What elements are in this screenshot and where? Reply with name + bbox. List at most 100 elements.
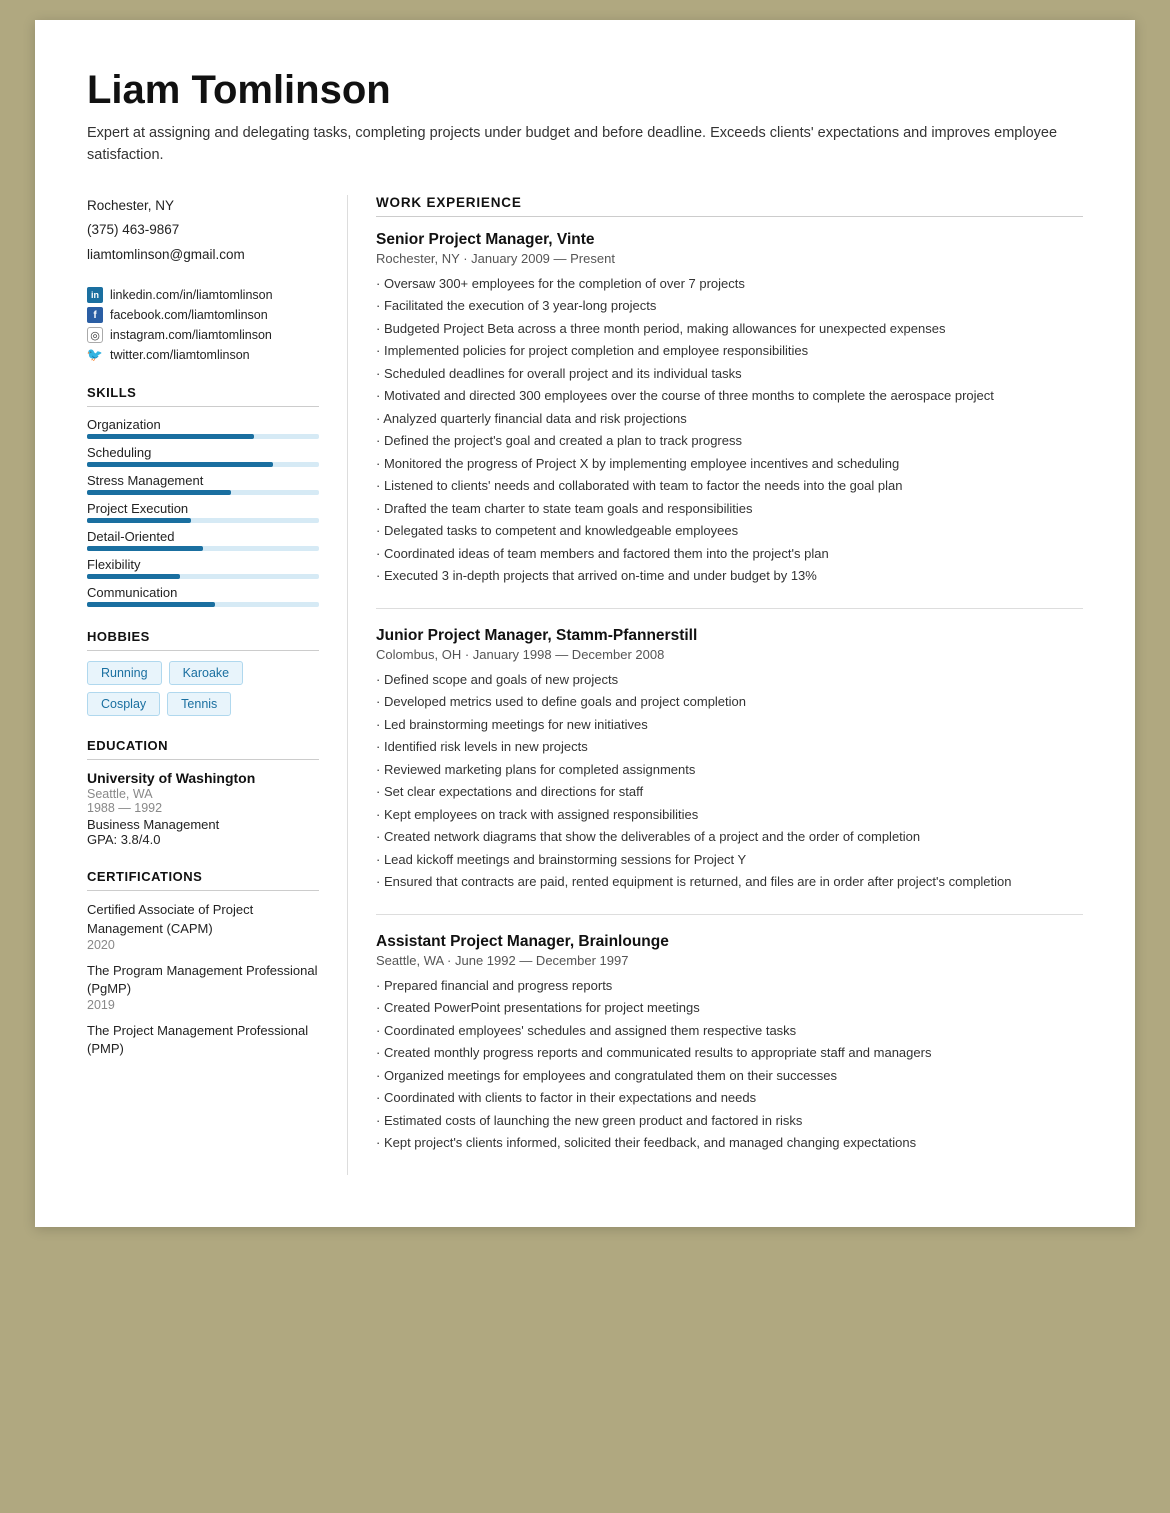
job-title: Senior Project Manager, Vinte	[376, 231, 1083, 249]
skill-item: Communication	[87, 585, 319, 607]
job-title: Assistant Project Manager, Brainlounge	[376, 933, 1083, 951]
social-links: in linkedin.com/in/liamtomlinson f faceb…	[87, 287, 319, 363]
bullet-item: Motivated and directed 300 employees ove…	[376, 386, 1083, 406]
skill-bar-bg	[87, 518, 319, 523]
bullet-item: Coordinated with clients to factor in th…	[376, 1088, 1083, 1108]
skill-item: Project Execution	[87, 501, 319, 523]
bullet-item: Implemented policies for project complet…	[376, 341, 1083, 361]
job-meta: Colombus, OH · January 1998 — December 2…	[376, 647, 1083, 662]
linkedin-label: linkedin.com/in/liamtomlinson	[110, 288, 273, 302]
bullet-item: Kept employees on track with assigned re…	[376, 805, 1083, 825]
skill-bar-bg	[87, 546, 319, 551]
skill-label: Project Execution	[87, 501, 319, 516]
certifications-title: CERTIFICATIONS	[87, 869, 319, 884]
facebook-icon: f	[87, 307, 103, 323]
edu-location: Seattle, WA	[87, 787, 319, 801]
skill-item: Detail-Oriented	[87, 529, 319, 551]
bullet-item: Facilitated the execution of 3 year-long…	[376, 296, 1083, 316]
hobbies-grid: RunningKaroakeCosplayTennis	[87, 661, 319, 716]
job-meta: Seattle, WA · June 1992 — December 1997	[376, 953, 1083, 968]
work-divider	[376, 216, 1083, 217]
header-summary: Expert at assigning and delegating tasks…	[87, 123, 1083, 167]
skill-bar-fill	[87, 602, 215, 607]
linkedin-icon: in	[87, 287, 103, 303]
hobby-tag: Karoake	[169, 661, 244, 685]
jobs-list: Senior Project Manager, Vinte Rochester,…	[376, 231, 1083, 1153]
social-instagram: ◎ instagram.com/liamtomlinson	[87, 327, 319, 343]
cert-year: 2020	[87, 938, 319, 952]
skill-item: Scheduling	[87, 445, 319, 467]
skill-label: Communication	[87, 585, 319, 600]
contact-email: liamtomlinson@gmail.com	[87, 244, 319, 267]
social-linkedin: in linkedin.com/in/liamtomlinson	[87, 287, 319, 303]
hobby-tag: Tennis	[167, 692, 231, 716]
education-item: University of Washington Seattle, WA 198…	[87, 770, 319, 847]
skill-bar-fill	[87, 462, 273, 467]
skill-bar-bg	[87, 462, 319, 467]
bullet-item: Analyzed quarterly financial data and ri…	[376, 409, 1083, 429]
bullet-item: Identified risk levels in new projects	[376, 737, 1083, 757]
skill-label: Flexibility	[87, 557, 319, 572]
skill-item: Flexibility	[87, 557, 319, 579]
skills-title: SKILLS	[87, 385, 319, 400]
bullet-item: Coordinated employees' schedules and ass…	[376, 1021, 1083, 1041]
skill-bar-fill	[87, 434, 254, 439]
cert-name: The Program Management Professional (PgM…	[87, 962, 319, 998]
work-title: WORK EXPERIENCE	[376, 195, 1083, 210]
twitter-icon: 🐦	[87, 347, 103, 363]
skill-bar-fill	[87, 490, 231, 495]
instagram-icon: ◎	[87, 327, 103, 343]
bullet-item: Created PowerPoint presentations for pro…	[376, 998, 1083, 1018]
certification-item: Certified Associate of Project Managemen…	[87, 901, 319, 951]
cert-year: 2019	[87, 998, 319, 1012]
cert-name: Certified Associate of Project Managemen…	[87, 901, 319, 937]
education-list: University of Washington Seattle, WA 198…	[87, 770, 319, 847]
certification-item: The Project Management Professional (PMP…	[87, 1022, 319, 1058]
hobbies-title: HOBBIES	[87, 629, 319, 644]
job-bullets: Prepared financial and progress reportsC…	[376, 976, 1083, 1153]
skill-bar-bg	[87, 490, 319, 495]
skill-bar-fill	[87, 574, 180, 579]
skill-bar-bg	[87, 574, 319, 579]
edu-field: Business Management	[87, 817, 319, 832]
twitter-label: twitter.com/liamtomlinson	[110, 348, 250, 362]
bullet-item: Budgeted Project Beta across a three mon…	[376, 319, 1083, 339]
bullet-item: Coordinated ideas of team members and fa…	[376, 544, 1083, 564]
job-separator	[376, 914, 1083, 915]
edu-school: University of Washington	[87, 770, 319, 786]
bullet-item: Estimated costs of launching the new gre…	[376, 1111, 1083, 1131]
job-item: Senior Project Manager, Vinte Rochester,…	[376, 231, 1083, 586]
facebook-label: facebook.com/liamtomlinson	[110, 308, 268, 322]
bullet-item: Ensured that contracts are paid, rented …	[376, 872, 1083, 892]
edu-gpa: GPA: 3.8/4.0	[87, 832, 319, 847]
bullet-item: Developed metrics used to define goals a…	[376, 692, 1083, 712]
certification-item: The Program Management Professional (PgM…	[87, 962, 319, 1012]
header-name: Liam Tomlinson	[87, 68, 1083, 113]
bullet-item: Defined the project's goal and created a…	[376, 431, 1083, 451]
bullet-item: Created monthly progress reports and com…	[376, 1043, 1083, 1063]
skill-label: Organization	[87, 417, 319, 432]
skill-item: Stress Management	[87, 473, 319, 495]
certifications-divider	[87, 890, 319, 891]
contact-phone: (375) 463-9867	[87, 219, 319, 242]
bullet-item: Executed 3 in-depth projects that arrive…	[376, 566, 1083, 586]
bullet-item: Set clear expectations and directions fo…	[376, 782, 1083, 802]
bullet-item: Scheduled deadlines for overall project …	[376, 364, 1083, 384]
education-divider	[87, 759, 319, 760]
skill-bar-fill	[87, 546, 203, 551]
job-separator	[376, 608, 1083, 609]
bullet-item: Prepared financial and progress reports	[376, 976, 1083, 996]
bullet-item: Created network diagrams that show the d…	[376, 827, 1083, 847]
contact-section: Rochester, NY (375) 463-9867 liamtomlins…	[87, 195, 319, 268]
social-twitter: 🐦 twitter.com/liamtomlinson	[87, 347, 319, 363]
bullet-item: Reviewed marketing plans for completed a…	[376, 760, 1083, 780]
job-bullets: Oversaw 300+ employees for the completio…	[376, 274, 1083, 586]
bullet-item: Kept project's clients informed, solicit…	[376, 1133, 1083, 1153]
bullet-item: Delegated tasks to competent and knowled…	[376, 521, 1083, 541]
bullet-item: Organized meetings for employees and con…	[376, 1066, 1083, 1086]
skill-label: Detail-Oriented	[87, 529, 319, 544]
right-column: WORK EXPERIENCE Senior Project Manager, …	[347, 195, 1083, 1175]
hobby-tag: Cosplay	[87, 692, 160, 716]
social-facebook: f facebook.com/liamtomlinson	[87, 307, 319, 323]
skills-divider	[87, 406, 319, 407]
